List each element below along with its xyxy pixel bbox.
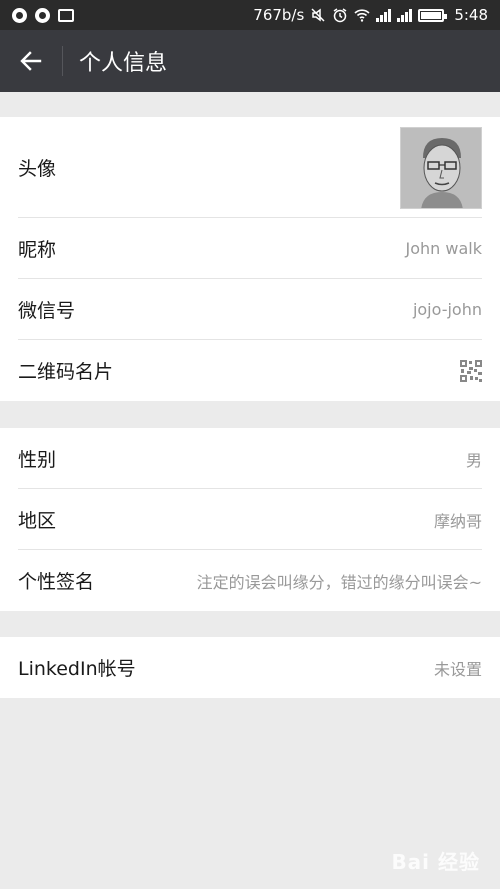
battery-icon [418, 8, 448, 22]
region-value: 摩纳哥 [433, 511, 482, 531]
title-divider [62, 46, 63, 76]
clock: 5:48 [454, 6, 488, 24]
alarm-icon [333, 8, 347, 23]
signature-value: 注定的误会叫缘分，错过的缘分叫误会~ [196, 572, 482, 592]
gender-row[interactable]: 性别 男 [0, 428, 500, 489]
signature-row[interactable]: 个性签名 注定的误会叫缘分，错过的缘分叫误会~ [0, 550, 500, 611]
qr-code-icon [460, 359, 482, 382]
gender-value: 男 [465, 450, 482, 470]
avatar-sketch-image [401, 127, 481, 208]
signature-label: 个性签名 [18, 571, 95, 593]
wechat-id-label: 微信号 [18, 300, 76, 322]
net-speed: 767b/s [253, 6, 305, 24]
mute-icon [311, 8, 325, 22]
region-label: 地区 [18, 510, 57, 532]
qq-notification-icon [35, 7, 50, 23]
back-button[interactable] [0, 30, 62, 92]
arrow-left-icon [20, 51, 42, 71]
profile-group-basic: 头像 昵称 John walk 微信号 jojo-john 二维码名片 [0, 117, 500, 401]
wifi-icon [354, 9, 370, 22]
linkedin-label: LinkedIn帐号 [18, 658, 136, 680]
signal-icon-2 [397, 8, 413, 22]
avatar-row[interactable]: 头像 [0, 117, 500, 218]
linkedin-value: 未设置 [433, 659, 482, 679]
avatar[interactable] [400, 126, 482, 209]
signal-icon [376, 8, 392, 22]
wechat-id-row[interactable]: 微信号 jojo-john [0, 279, 500, 340]
profile-group-linkedin: LinkedIn帐号 未设置 [0, 637, 500, 698]
avatar-label: 头像 [18, 158, 57, 180]
linkedin-row[interactable]: LinkedIn帐号 未设置 [0, 637, 500, 698]
region-row[interactable]: 地区 摩纳哥 [0, 489, 500, 550]
nickname-value: John walk [405, 239, 482, 258]
nickname-label: 昵称 [18, 239, 57, 261]
app-notification-icon [12, 7, 27, 23]
page-title: 个人信息 [79, 51, 168, 76]
image-notification-icon [58, 8, 74, 22]
title-bar: 个人信息 [0, 30, 500, 92]
profile-group-details: 性别 男 地区 摩纳哥 个性签名 注定的误会叫缘分，错过的缘分叫误会~ [0, 428, 500, 611]
qrcode-row[interactable]: 二维码名片 [0, 340, 500, 401]
wechat-id-value: jojo-john [412, 300, 482, 319]
baidu-watermark: Bai 经验 [391, 850, 480, 874]
nickname-row[interactable]: 昵称 John walk [0, 218, 500, 279]
gender-label: 性别 [18, 449, 57, 471]
status-bar: 767b/s 5:48 [0, 0, 500, 30]
qrcode-label: 二维码名片 [18, 361, 114, 383]
